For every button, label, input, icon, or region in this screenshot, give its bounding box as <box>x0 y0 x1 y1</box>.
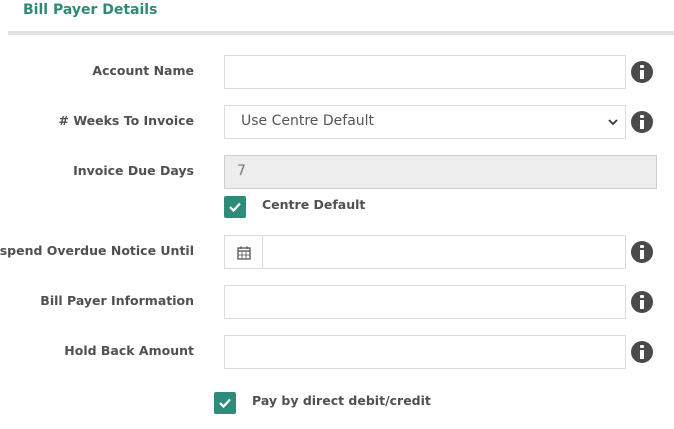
weeks-to-invoice-select[interactable]: Use Centre Default <box>224 105 626 139</box>
centre-default-checkbox[interactable] <box>224 196 246 218</box>
section-title: Bill Payer Details <box>23 2 158 18</box>
invoice-due-days-label: Invoice Due Days <box>73 163 194 178</box>
bill-payer-details-panel: Bill Payer Details Account Name # Weeks … <box>0 0 674 429</box>
invoice-due-days-input: 7 <box>224 155 657 189</box>
account-name-input[interactable] <box>224 55 626 89</box>
suspend-overdue-date-group <box>224 235 626 269</box>
info-circle-icon[interactable] <box>631 241 653 263</box>
weeks-to-invoice-label: # Weeks To Invoice <box>58 113 195 128</box>
suspend-overdue-label: Suspend Overdue Notice Until <box>0 243 194 258</box>
hold-back-amount-label: Hold Back Amount <box>64 343 194 358</box>
direct-debit-checkbox[interactable] <box>214 392 236 414</box>
bill-payer-info-label: Bill Payer Information <box>40 293 194 308</box>
info-circle-icon[interactable] <box>631 291 653 313</box>
section-divider <box>8 31 674 35</box>
info-circle-icon[interactable] <box>631 341 653 363</box>
calendar-button[interactable] <box>224 235 263 269</box>
info-circle-icon[interactable] <box>631 111 653 133</box>
bill-payer-info-input[interactable] <box>224 285 626 319</box>
direct-debit-label: Pay by direct debit/credit <box>252 393 431 408</box>
centre-default-label: Centre Default <box>262 197 366 212</box>
weeks-to-invoice-selected-value: Use Centre Default <box>241 113 375 129</box>
check-icon <box>219 398 231 409</box>
check-icon <box>229 202 241 213</box>
chevron-down-icon <box>608 119 618 126</box>
calendar-icon <box>237 246 251 260</box>
info-circle-icon[interactable] <box>631 61 653 83</box>
hold-back-amount-input[interactable] <box>224 335 626 369</box>
account-name-label: Account Name <box>92 63 194 78</box>
suspend-overdue-input[interactable] <box>262 235 626 269</box>
